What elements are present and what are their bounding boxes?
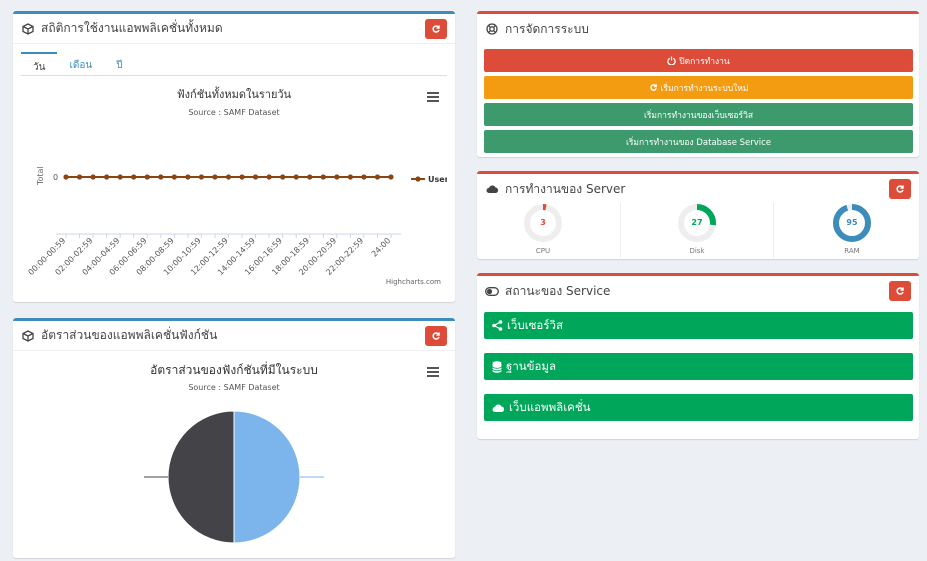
start-webservice-label: เริ่มการทำงานของเว็บเซอร์วิส (643, 110, 754, 121)
gauge-divider (620, 202, 621, 258)
data-point[interactable] (198, 174, 205, 180)
data-point[interactable] (347, 174, 353, 180)
data-point[interactable] (293, 174, 299, 180)
life-ring-icon (485, 22, 499, 36)
chart-credit: Highcharts.com (385, 278, 441, 286)
shutdown-label: ปิดการทำงาน (679, 56, 730, 67)
start-webservice-button[interactable]: เริ่มการทำงานของเว็บเซอร์วิส (484, 103, 913, 126)
cloud-icon (485, 182, 499, 196)
data-point[interactable] (239, 174, 245, 180)
app-ratio-box: อัตราส่วนของแอพพลิเคชั่นฟังก์ชัน อัตราส่… (13, 318, 455, 558)
line-chart-area: ฟังก์ชันทั้งหมดในรายวัน Source : SAMF Da… (21, 78, 447, 288)
y-tick-label: 0 (53, 173, 58, 182)
pie-slice[interactable] (233, 410, 301, 544)
x-tick-label: 24:00 (370, 236, 393, 259)
data-point[interactable] (374, 174, 381, 180)
data-point[interactable] (320, 174, 326, 180)
data-point[interactable] (212, 174, 218, 180)
system-mgmt-title: การจัดการระบบ (505, 21, 589, 36)
restart-label: เริ่มการทำงานระบบใหม่ (660, 83, 749, 94)
legend-item-user[interactable]: User (428, 175, 447, 184)
service-webapp[interactable]: เว็บแอพพลิเคชั่น (484, 394, 913, 421)
period-tabs: วัน เดือน ปี (21, 52, 447, 76)
data-point[interactable] (117, 174, 123, 180)
data-point[interactable] (266, 174, 272, 180)
refresh-icon (432, 24, 440, 33)
gauge-divider (773, 202, 774, 258)
data-point[interactable] (252, 174, 259, 180)
system-mgmt-box: การจัดการระบบ ปิดการทำงาน เริ่มการทำงานร… (477, 11, 919, 157)
refresh-icon (896, 185, 904, 193)
service-database[interactable]: ฐานข้อมูล (484, 353, 913, 380)
data-point[interactable] (185, 174, 191, 180)
gauge-value: 27 (691, 218, 703, 227)
app-ratio-title: อัตราส่วนของแอพพลิเคชั่นฟังก์ชัน (41, 328, 218, 342)
server-box: การทำงานของ Server 3 CPU 27 Disk 95 RAM (477, 171, 919, 259)
service-title: สถานะของ Service (505, 283, 611, 298)
data-point[interactable] (334, 174, 340, 180)
tab-month[interactable]: เดือน (57, 52, 104, 75)
app-ratio-header: อัตราส่วนของแอพพลิเคชั่นฟังก์ชัน (13, 321, 455, 351)
refresh-button[interactable] (889, 281, 911, 301)
data-point[interactable] (171, 174, 177, 180)
system-mgmt-header: การจัดการระบบ (477, 14, 919, 44)
service-box: สถานะของ Service เว็บเซอร์วิส ฐานข้อมูล … (477, 273, 919, 439)
service-webservice[interactable]: เว็บเซอร์วิส (484, 312, 913, 339)
legend-marker (415, 176, 421, 182)
gauge-value: 3 (540, 218, 546, 227)
cube-icon (21, 22, 35, 36)
data-point[interactable] (104, 174, 110, 180)
pie-chart (144, 410, 324, 544)
power-icon (667, 56, 676, 65)
database-icon (492, 360, 502, 373)
refresh-button[interactable] (889, 179, 911, 199)
pie-chart-subtitle: Source : SAMF Dataset (188, 383, 280, 392)
line-chart: Total 000:00-00:5902:00-02:5904:00-04:590… (26, 166, 447, 277)
data-point[interactable] (63, 174, 69, 180)
refresh-button[interactable] (425, 18, 447, 39)
share-icon (492, 320, 503, 331)
toggle-icon (485, 284, 499, 298)
data-point[interactable] (280, 174, 286, 180)
pie-chart-title: อัตราส่วนของฟังก์ชันที่มีในระบบ (150, 363, 318, 377)
data-point[interactable] (158, 174, 164, 180)
y-axis-label: Total (36, 166, 45, 186)
data-point[interactable] (76, 174, 83, 180)
start-database-label: เริ่มการทำงานของ Database Service (625, 137, 772, 148)
refresh-icon (432, 331, 440, 340)
gauge-value: 95 (846, 218, 858, 227)
server-header: การทำงานของ Server (477, 174, 919, 204)
tab-year[interactable]: ปี (104, 52, 134, 75)
app-stats-title: สถิติการใช้งานแอพพลิเคชั่นทั้งหมด (41, 21, 223, 35)
tab-day[interactable]: วัน (21, 52, 58, 75)
start-database-button[interactable]: เริ่มการทำงานของ Database Service (484, 130, 913, 153)
restart-button[interactable]: เริ่มการทำงานระบบใหม่ (484, 76, 913, 99)
app-stats-box: สถิติการใช้งานแอพพลิเคชั่นทั้งหมด วัน เด… (13, 11, 455, 302)
gauge-label: Disk (689, 247, 705, 255)
service-webservice-label: เว็บเซอร์วิส (507, 317, 563, 332)
data-point[interactable] (144, 174, 150, 180)
gauge-label: RAM (844, 247, 860, 255)
service-webapp-label: เว็บแอพพลิเคชั่น (509, 399, 591, 414)
cloud-icon (492, 403, 505, 413)
data-point[interactable] (225, 174, 232, 180)
refresh-button[interactable] (425, 325, 447, 346)
data-point[interactable] (388, 174, 394, 180)
shutdown-button[interactable]: ปิดการทำงาน (484, 49, 913, 72)
data-point[interactable] (90, 174, 96, 180)
service-header: สถานะของ Service (477, 276, 919, 306)
data-point[interactable] (131, 174, 137, 180)
refresh-icon (896, 287, 904, 295)
chart-menu-button[interactable] (427, 365, 439, 379)
data-point[interactable] (361, 174, 367, 180)
data-point[interactable] (307, 174, 313, 180)
pie-slice[interactable] (167, 410, 235, 544)
app-stats-header: สถิติการใช้งานแอพพลิเคชั่นทั้งหมด (13, 14, 455, 44)
gauge-label: CPU (535, 247, 551, 255)
server-title: การทำงานของ Server (505, 181, 626, 196)
cube-icon (21, 329, 35, 343)
service-database-label: ฐานข้อมูล (506, 358, 557, 373)
refresh-icon (649, 84, 657, 91)
